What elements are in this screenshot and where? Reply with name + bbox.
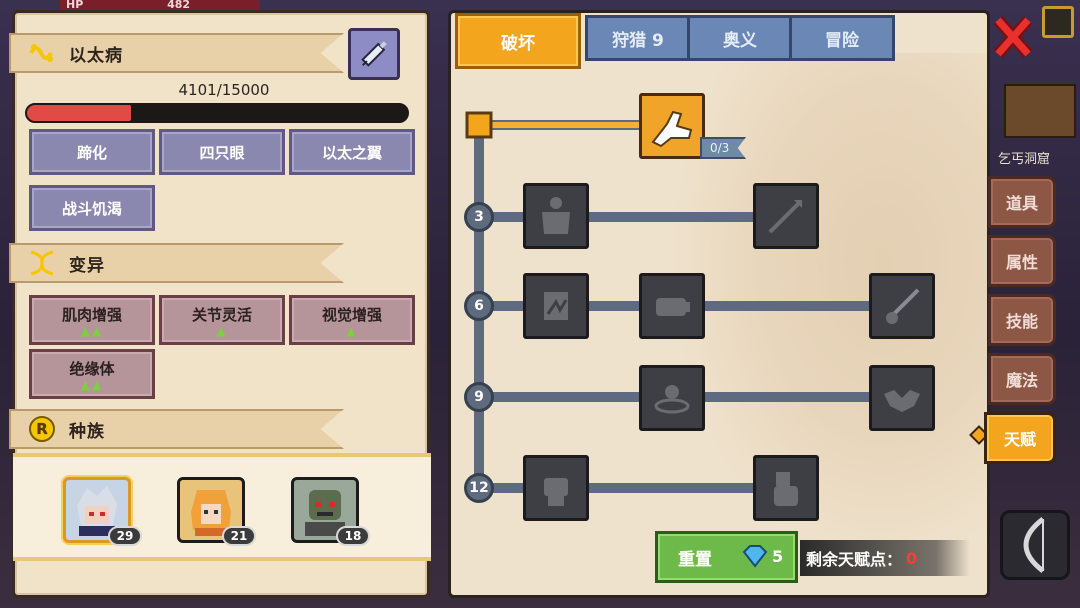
diamond-icon: [742, 545, 768, 568]
vortex-orb-icon: [654, 385, 690, 414]
talent-node[interactable]: [869, 273, 935, 339]
mutation-header: 变异: [9, 243, 344, 283]
syringe-icon[interactable]: [348, 28, 400, 80]
raised-fist-icon: [544, 478, 568, 506]
minimap[interactable]: [1004, 84, 1076, 138]
race-title: 种族: [69, 421, 105, 442]
tier-level-badge: 12: [464, 473, 494, 503]
tab-attributes[interactable]: 属性: [988, 235, 1056, 287]
disease-title: 以太病: [69, 45, 123, 66]
tab-skills[interactable]: 技能: [988, 294, 1056, 346]
tier-level-badge: 6: [464, 291, 494, 321]
symptom-chip[interactable]: 战斗饥渴: [29, 185, 155, 231]
minimap-location: 乞丐洞窟: [998, 152, 1051, 167]
symptom-chip[interactable]: 以太之翼: [289, 129, 415, 175]
disease-progress-text: 4101/15000: [178, 81, 270, 99]
bow-weapon-icon[interactable]: [1000, 510, 1070, 580]
talent-node[interactable]: [523, 455, 589, 521]
mutation-chip[interactable]: 绝缘体 ▲▲: [29, 349, 155, 399]
arrow-icon: [768, 200, 802, 234]
tab-talent[interactable]: 天赋: [984, 412, 1056, 464]
disease-header: 以太病: [9, 33, 344, 73]
reset-talents-button[interactable]: 重置 5: [655, 531, 798, 583]
talent-node[interactable]: [869, 365, 935, 431]
tab-magic[interactable]: 魔法: [988, 353, 1056, 405]
tier-level-badge: 3: [464, 202, 494, 232]
talent-node[interactable]: [753, 455, 819, 521]
gauntlet-icon: [774, 472, 798, 506]
symptom-chip[interactable]: 蹄化: [29, 129, 155, 175]
bat-wings-icon: [884, 390, 920, 412]
talent-panel: 破坏 狩猎 9 奥义 冒险 3 6 9 12: [448, 10, 990, 598]
mutation-chip[interactable]: 视觉增强 ▲: [289, 295, 415, 345]
disease-progress-fill: [27, 105, 131, 121]
dna-icon: [25, 249, 59, 277]
disease-panel: 以太病 4101/15000 蹄化 四只眼 以太之翼 战斗饥渴 变异 肌肉增强 ▲…: [9, 10, 431, 598]
talent-node[interactable]: [753, 183, 819, 249]
tab-items[interactable]: 道具: [988, 176, 1056, 228]
punch-fist-icon: [656, 298, 690, 316]
talent-node[interactable]: [639, 365, 705, 431]
character-card[interactable]: 18: [291, 477, 370, 546]
mutation-chip[interactable]: 关节灵活 ▲: [159, 295, 285, 345]
character-card[interactable]: 29: [63, 477, 142, 546]
symptom-chip[interactable]: 四只眼: [159, 129, 285, 175]
talent-node-root[interactable]: [639, 93, 705, 159]
talent-node[interactable]: [523, 273, 589, 339]
talent-node[interactable]: [639, 273, 705, 339]
muscle-body-icon: [542, 197, 570, 234]
character-card[interactable]: 21: [177, 477, 256, 546]
mutation-chip[interactable]: 肌肉增强 ▲▲: [29, 295, 155, 345]
expand-icon[interactable]: [1042, 6, 1074, 38]
mutation-title: 变异: [69, 255, 105, 276]
character-level: 18: [336, 526, 370, 546]
character-level: 29: [108, 526, 142, 546]
disease-progress-bar: [25, 103, 409, 123]
talent-node[interactable]: [523, 183, 589, 249]
arm-wrestle-icon: [651, 110, 693, 148]
ether-disease-icon: [25, 39, 59, 67]
race-list: 29 21 18: [13, 453, 431, 561]
reset-cost: 5: [772, 547, 784, 566]
close-icon[interactable]: [992, 14, 1034, 60]
remaining-points: 剩余天赋点： 0: [800, 540, 970, 576]
character-level: 21: [222, 526, 256, 546]
spear-splash-icon: [886, 288, 920, 324]
race-emblem-icon: R: [25, 415, 59, 443]
race-header: R 种族: [9, 409, 344, 449]
scroll-strike-icon: [544, 292, 568, 320]
tier-level-badge: 9: [464, 382, 494, 412]
